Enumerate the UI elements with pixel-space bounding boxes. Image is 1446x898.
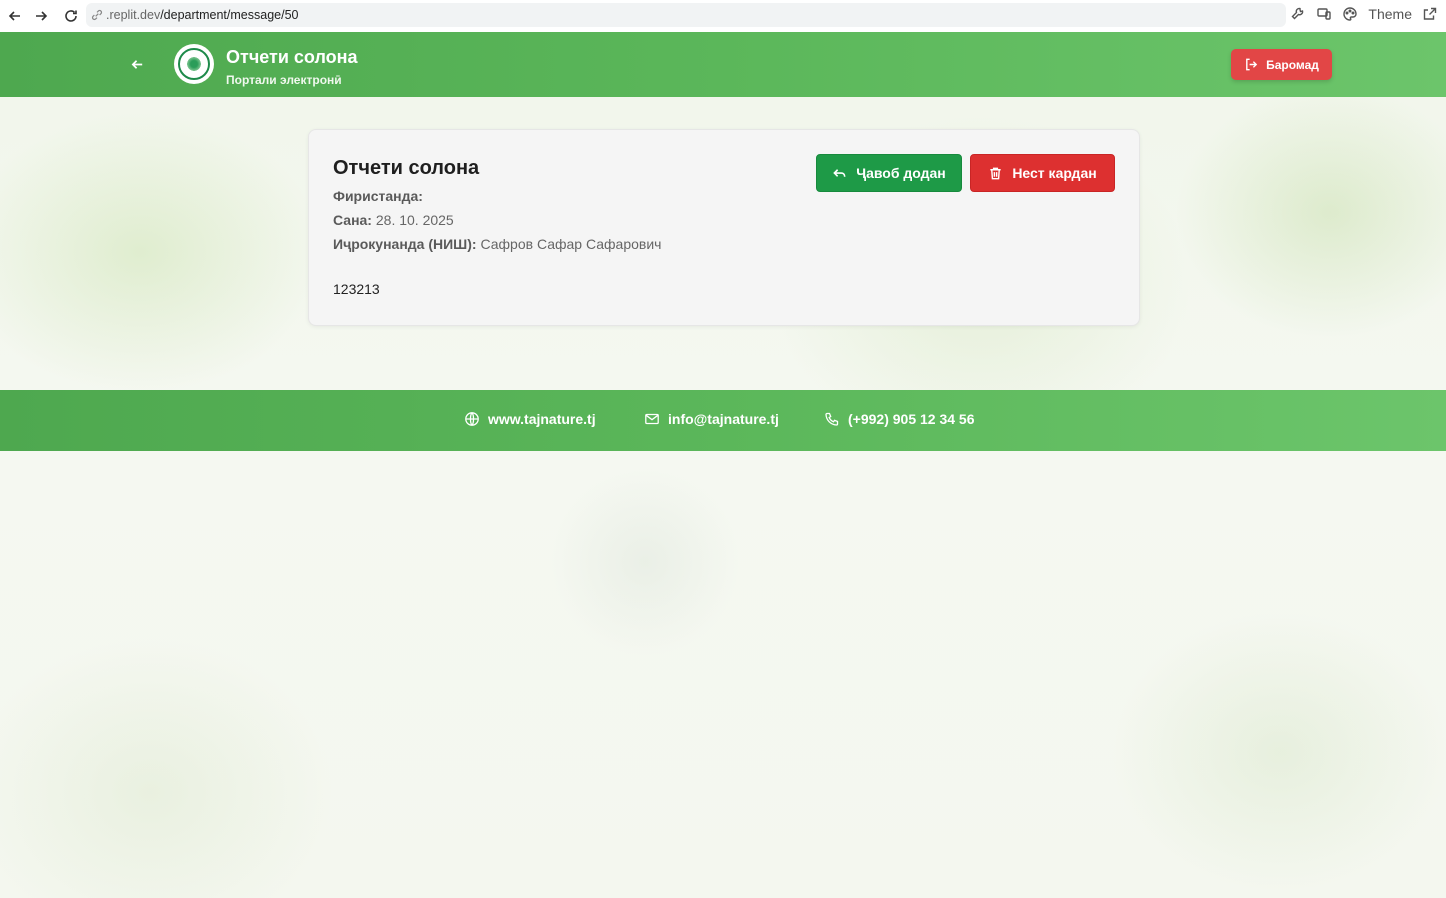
message-card: Отчети солона Фиристанда: Сана: 28. 10. … bbox=[308, 129, 1140, 326]
back-button[interactable] bbox=[126, 53, 148, 75]
reply-label: Ҷавоб додан bbox=[856, 165, 946, 181]
executor-row: Иҷрокунанда (НИШ): Сафров Сафар Сафарови… bbox=[333, 236, 661, 252]
logout-icon bbox=[1246, 58, 1258, 71]
address-bar[interactable]: .replit.dev/department/message/50 bbox=[86, 3, 1286, 27]
app-header: Отчети солона Портали электронӣ Баромад bbox=[0, 32, 1446, 97]
reply-icon bbox=[833, 168, 846, 177]
external-link-icon[interactable] bbox=[1422, 6, 1438, 22]
forward-arrow-icon[interactable] bbox=[28, 2, 54, 30]
arrow-left-icon bbox=[131, 59, 142, 69]
logout-label: Баромад bbox=[1266, 57, 1319, 72]
message-body: 123213 bbox=[333, 281, 380, 297]
website-text: www.tajnature.tj bbox=[488, 411, 596, 427]
executor-value: Сафров Сафар Сафарович bbox=[480, 236, 662, 252]
footer-website-link[interactable]: www.tajnature.tj bbox=[464, 411, 596, 427]
url-path: /department/message/50 bbox=[160, 8, 299, 22]
url-host: .replit.dev bbox=[106, 8, 161, 22]
executor-key: Иҷрокунанда (НИШ): bbox=[333, 236, 477, 252]
sender-row: Фиристанда: bbox=[333, 188, 423, 204]
header-title: Отчети солона bbox=[226, 47, 358, 67]
date-key: Сана: bbox=[333, 212, 372, 228]
wrench-icon[interactable] bbox=[1290, 6, 1306, 22]
palette-icon[interactable] bbox=[1342, 6, 1358, 22]
footer: www.tajnature.tj info@tajnature.tj (+992… bbox=[0, 390, 1446, 451]
delete-label: Нест кардан bbox=[1012, 165, 1097, 181]
back-arrow-icon[interactable] bbox=[2, 2, 28, 30]
phone-icon bbox=[825, 412, 839, 426]
footer-phone-link[interactable]: (+992) 905 12 34 56 bbox=[824, 411, 975, 427]
email-text: info@tajnature.tj bbox=[668, 411, 779, 427]
message-title: Отчети солона bbox=[333, 157, 480, 179]
mail-icon bbox=[645, 413, 659, 425]
browser-tools: Theme bbox=[1290, 0, 1438, 28]
footer-email-link[interactable]: info@tajnature.tj bbox=[644, 411, 779, 427]
trash-icon bbox=[990, 167, 1001, 179]
theme-label[interactable]: Theme bbox=[1368, 6, 1412, 22]
link-icon bbox=[91, 9, 103, 21]
globe-icon bbox=[465, 412, 479, 426]
devices-icon[interactable] bbox=[1316, 6, 1332, 22]
reply-button[interactable]: Ҷавоб додан bbox=[816, 154, 962, 192]
date-row: Сана: 28. 10. 2025 bbox=[333, 212, 454, 228]
sender-key: Фиристанда: bbox=[333, 188, 423, 204]
delete-button[interactable]: Нест кардан bbox=[970, 154, 1115, 192]
reload-icon[interactable] bbox=[58, 2, 84, 30]
phone-text: (+992) 905 12 34 56 bbox=[848, 411, 975, 427]
browser-toolbar: .replit.dev/department/message/50 Theme bbox=[0, 0, 1446, 32]
logo bbox=[174, 44, 214, 84]
header-subtitle: Портали электронӣ bbox=[226, 73, 342, 87]
logout-button[interactable]: Баромад bbox=[1231, 49, 1332, 80]
date-value: 28. 10. 2025 bbox=[375, 212, 454, 228]
